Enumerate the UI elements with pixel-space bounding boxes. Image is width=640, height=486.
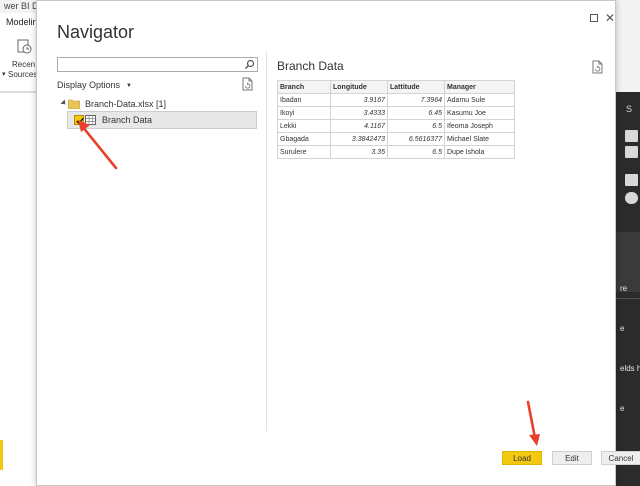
preview-title: Branch Data (277, 59, 344, 73)
table-cell: 3.3842473 (330, 132, 388, 146)
annotation-arrow-icon (78, 120, 118, 170)
table-cell: 6.5616377 (387, 132, 445, 146)
close-button[interactable]: ✕ (603, 11, 617, 25)
table-row: Surulere 3.35 6.5 Dupe Ishola (277, 145, 515, 159)
table-cell: 3.4333 (330, 106, 388, 120)
cancel-button[interactable]: Cancel (601, 451, 640, 465)
table-cell: 7.3964 (387, 93, 445, 107)
preview-table: Branch Longitude Lattitude Manager Ibada… (277, 80, 515, 159)
search-icon[interactable] (244, 59, 255, 70)
folder-icon (68, 99, 80, 109)
clock-document-icon (17, 39, 32, 54)
annotation-arrow-icon (526, 400, 540, 446)
column-header: Branch (277, 80, 331, 94)
recent-sources-label-2: Sources (8, 70, 38, 79)
table-cell: 6.5 (387, 119, 445, 133)
table-cell: Ifeoma Joseph (444, 119, 515, 133)
panel-text-3: elds h (620, 364, 640, 373)
card-visual-icon[interactable] (625, 174, 638, 186)
refresh-icon[interactable] (242, 77, 254, 91)
table-cell: 4.1167 (330, 119, 388, 133)
fields-panel: S re e elds h e (616, 92, 640, 486)
tab-modeling[interactable]: Modelin (0, 13, 40, 31)
table-cell: Gbagada (277, 132, 331, 146)
bar-chart-icon[interactable] (625, 146, 638, 158)
panel-letter: S (626, 104, 633, 114)
load-button[interactable]: Load (502, 451, 542, 465)
table-visual-icon[interactable] (625, 130, 638, 142)
chevron-down-icon: ▼ (126, 83, 132, 89)
restore-button[interactable] (587, 11, 601, 25)
ribbon-divider (0, 91, 40, 92)
globe-icon[interactable] (625, 192, 638, 204)
table-row: Gbagada 3.3842473 6.5616377 Michael Slat… (277, 132, 515, 146)
table-header-row: Branch Longitude Lattitude Manager (277, 80, 515, 94)
table-row: Lekki 4.1167 6.5 Ifeoma Joseph (277, 119, 515, 133)
display-options-dropdown[interactable]: Display Options ▼ (57, 80, 132, 90)
dialog-title: Navigator (57, 22, 135, 42)
tree-root-label: Branch-Data.xlsx [1] (85, 99, 167, 109)
table-cell: 6.5 (387, 145, 445, 159)
table-row: Ikoyi 3.4333 6.45 Kasumu Joe (277, 106, 515, 120)
panel-text-1: re (620, 284, 628, 293)
chevron-down-icon: ▾ (2, 71, 6, 78)
table-cell: Ibadan (277, 93, 331, 107)
column-header: Lattitude (387, 80, 445, 94)
table-cell: Lekki (277, 119, 331, 133)
table-cell: 6.45 (387, 106, 445, 120)
table-cell: Surulere (277, 145, 331, 159)
search-box[interactable] (57, 57, 258, 72)
display-options-label: Display Options (57, 80, 121, 90)
expand-triangle-icon[interactable] (60, 99, 68, 107)
panel-text-2: e (620, 324, 625, 333)
table-cell: 3.35 (330, 145, 388, 159)
column-header: Longitude (330, 80, 388, 94)
panel-section (616, 232, 640, 292)
table-cell: Dupe Ishola (444, 145, 515, 159)
close-icon: ✕ (604, 11, 616, 25)
left-nav-bar (0, 93, 36, 486)
pane-divider (266, 51, 267, 431)
table-cell: 3.9167 (330, 93, 388, 107)
recent-sources-label-1: Recen (12, 60, 36, 69)
search-input[interactable] (60, 59, 240, 70)
column-header: Manager (444, 80, 515, 94)
table-cell: Ikoyi (277, 106, 331, 120)
table-cell: Kasumu Joe (444, 106, 515, 120)
active-view-indicator (0, 440, 3, 470)
refresh-icon[interactable] (592, 60, 604, 74)
panel-divider (616, 298, 640, 299)
table-row: Ibadan 3.9167 7.3964 Adamu Sule (277, 93, 515, 107)
panel-text-4: e (620, 404, 625, 413)
table-cell: Michael Slate (444, 132, 515, 146)
edit-button[interactable]: Edit (552, 451, 592, 465)
table-cell: Adamu Sule (444, 93, 515, 107)
navigator-tree-pane: Display Options ▼ Branch-Data.xlsx [1] B… (37, 51, 267, 431)
restore-icon (590, 14, 598, 22)
